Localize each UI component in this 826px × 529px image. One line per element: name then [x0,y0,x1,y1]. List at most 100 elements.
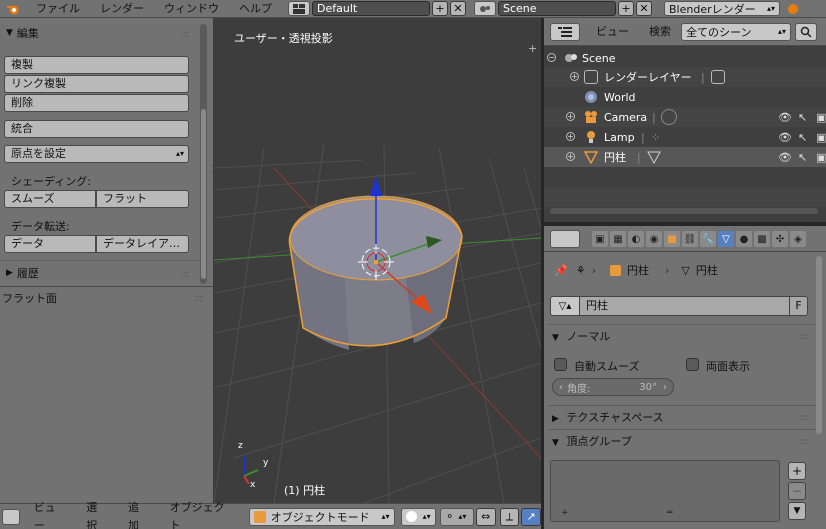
add-screen-button[interactable]: + [432,1,448,16]
delete-button[interactable]: 削除 [4,94,189,112]
outliner-display-mode-select[interactable]: 全てのシーン ▴▾ [681,22,791,41]
outliner-row-render-layers[interactable]: + レンダーレイヤー | [544,67,826,87]
render-camera-icon[interactable]: ▣ [816,131,826,144]
menu-render[interactable]: レンダー [90,0,154,18]
editor-type-icon[interactable] [2,508,20,525]
outliner-menu-view[interactable]: ビュー [586,23,639,41]
double-sided-checkbox[interactable] [686,358,699,371]
history-panel-header[interactable]: ▶ 履歴 [0,263,200,283]
mesh-data-tab-icon[interactable]: ▽ [718,231,734,247]
outliner-row-camera[interactable]: + Camera | 👁 ↖ ▣ [544,107,826,127]
pin-icon[interactable]: 📌 [554,264,568,277]
add-scene-button[interactable]: + [618,1,634,16]
outliner-row-lamp[interactable]: + Lamp | ⁘ 👁 ↖ ▣ [544,127,826,147]
data-layout-button[interactable]: データレイア… [96,235,189,253]
visibility-eye-icon[interactable]: 👁 [778,151,792,164]
chevron-left-icon[interactable]: ‹ [559,382,563,393]
list-resize-grip-icon[interactable]: ═ [667,508,672,518]
selectable-cursor-icon[interactable]: ↖ [798,151,807,164]
selectable-cursor-icon[interactable]: ↖ [798,131,807,144]
texture-space-panel-header[interactable]: ▶ テクスチャスペース [552,409,664,425]
screen-layout-field[interactable]: Default [312,1,430,16]
add-region-icon[interactable]: + [528,42,537,55]
texture-tab-icon[interactable]: ▩ [754,231,770,247]
expand-toggle-icon[interactable]: − [547,53,556,62]
render-tab-camera-icon[interactable]: ▣ [592,231,608,247]
mesh-datablock-field[interactable]: ▽▴ 円柱 F [550,296,810,316]
properties-editor-icon[interactable] [550,230,580,248]
vertex-groups-list[interactable]: + ═ [550,460,780,522]
expand-toggle-icon[interactable]: + [566,132,575,141]
expand-toggle-icon[interactable]: + [570,72,579,81]
menu-select[interactable]: 選択 [76,499,118,529]
physics-tab-icon[interactable]: ◈ [790,231,806,247]
mesh-name-input[interactable]: 円柱 [580,296,790,316]
scene-tab-icon[interactable]: ◐ [628,231,644,247]
panel-grip-icon[interactable]: :::: [800,332,809,342]
search-icon[interactable] [795,22,817,41]
list-filter-icon[interactable]: + [561,508,569,518]
render-engine-select[interactable]: Blenderレンダー ▴▾ [664,1,780,16]
data-transfer-button[interactable]: データ [4,235,96,253]
viewport-canvas[interactable] [214,18,541,503]
render-layers-tab-icon[interactable]: ▦ [610,231,626,247]
chevron-right-icon[interactable]: › [663,382,667,393]
world-tab-icon[interactable]: ◉ [646,231,662,247]
modifiers-tab-icon[interactable]: 🔧 [700,231,716,247]
outliner-row-cylinder[interactable]: + 円柱 | 👁 ↖ ▣ [544,147,826,167]
viewport-shading-select[interactable]: ▴▾ [400,507,437,526]
material-tab-icon[interactable]: ● [736,231,752,247]
panel-grip-icon[interactable]: :::: [800,437,809,447]
screen-layout-icon[interactable] [288,1,310,16]
remove-screen-button[interactable]: ✕ [450,1,466,16]
particles-tab-icon[interactable]: ✣ [772,231,788,247]
edit-panel-header[interactable]: ▼ 編集 [0,23,200,43]
panel-grip-icon[interactable]: :::: [181,270,190,280]
blender-logo-icon[interactable] [0,0,26,18]
3d-viewport[interactable]: ユーザー・透視投影 (1) 円柱 z y x + [214,18,541,503]
transform-manipulator-toggle-icon[interactable]: ⇔ [475,507,496,526]
duplicate-button[interactable]: 複製 [4,56,189,74]
tool-shelf-scrollbar[interactable] [200,24,207,284]
mesh-browse-icon[interactable]: ▽▴ [550,296,580,316]
pivot-point-select[interactable]: ⚬ ▴▾ [440,507,474,526]
visibility-eye-icon[interactable]: 👁 [778,131,792,144]
menu-add[interactable]: 追加 [118,499,160,529]
outliner-row-world[interactable]: World [544,87,826,107]
menu-view[interactable]: ビュー [24,499,77,529]
properties-scrollbar[interactable] [816,256,822,434]
mode-select[interactable]: オブジェクトモード ▴▾ [248,507,395,526]
selectable-cursor-icon[interactable]: ↖ [798,111,807,124]
outliner-scrollbar[interactable] [550,208,818,214]
add-vertex-group-button[interactable]: + [788,462,806,480]
outliner-row-scene[interactable]: − Scene [544,48,826,68]
expand-toggle-icon[interactable]: + [566,112,575,121]
shade-smooth-button[interactable]: スムーズ [4,190,96,208]
vertex-group-specials-button[interactable]: ▼ [788,502,806,520]
angle-slider[interactable]: ‹ 角度: 30° › [552,378,674,396]
object-tab-icon[interactable]: ■ [664,231,680,247]
last-operator-title[interactable]: フラット面 [2,290,57,306]
join-button[interactable]: 統合 [4,120,189,138]
panel-grip-icon[interactable]: :::: [800,413,809,423]
vertex-groups-panel-header[interactable]: ▼ 頂点グループ [552,433,632,449]
shade-flat-button[interactable]: フラット [96,190,189,208]
panel-grip-icon[interactable]: :::: [181,30,190,40]
auto-smooth-checkbox[interactable] [554,358,567,371]
set-origin-select[interactable]: 原点を設定 ▴▾ [4,145,189,163]
outliner-menu-search[interactable]: 検索 [639,23,681,41]
menu-help[interactable]: ヘルプ [229,0,282,18]
render-camera-icon[interactable]: ▣ [816,111,826,124]
manipulator-translate-icon[interactable]: ⟂ [499,507,520,526]
render-camera-icon[interactable]: ▣ [816,151,826,164]
panel-grip-icon[interactable]: :::: [195,294,204,304]
duplicate-linked-button[interactable]: リンク複製 [4,75,189,93]
scrollbar-thumb[interactable] [201,109,206,279]
remove-scene-button[interactable]: ✕ [636,1,652,16]
fake-user-button[interactable]: F [790,296,808,316]
constraints-tab-icon[interactable]: ⛓ [682,231,698,247]
menu-object[interactable]: オブジェクト [160,499,245,529]
scene-icon[interactable] [474,1,496,16]
menu-window[interactable]: ウィンドウ [154,0,229,18]
scene-field[interactable]: Scene [498,1,616,16]
